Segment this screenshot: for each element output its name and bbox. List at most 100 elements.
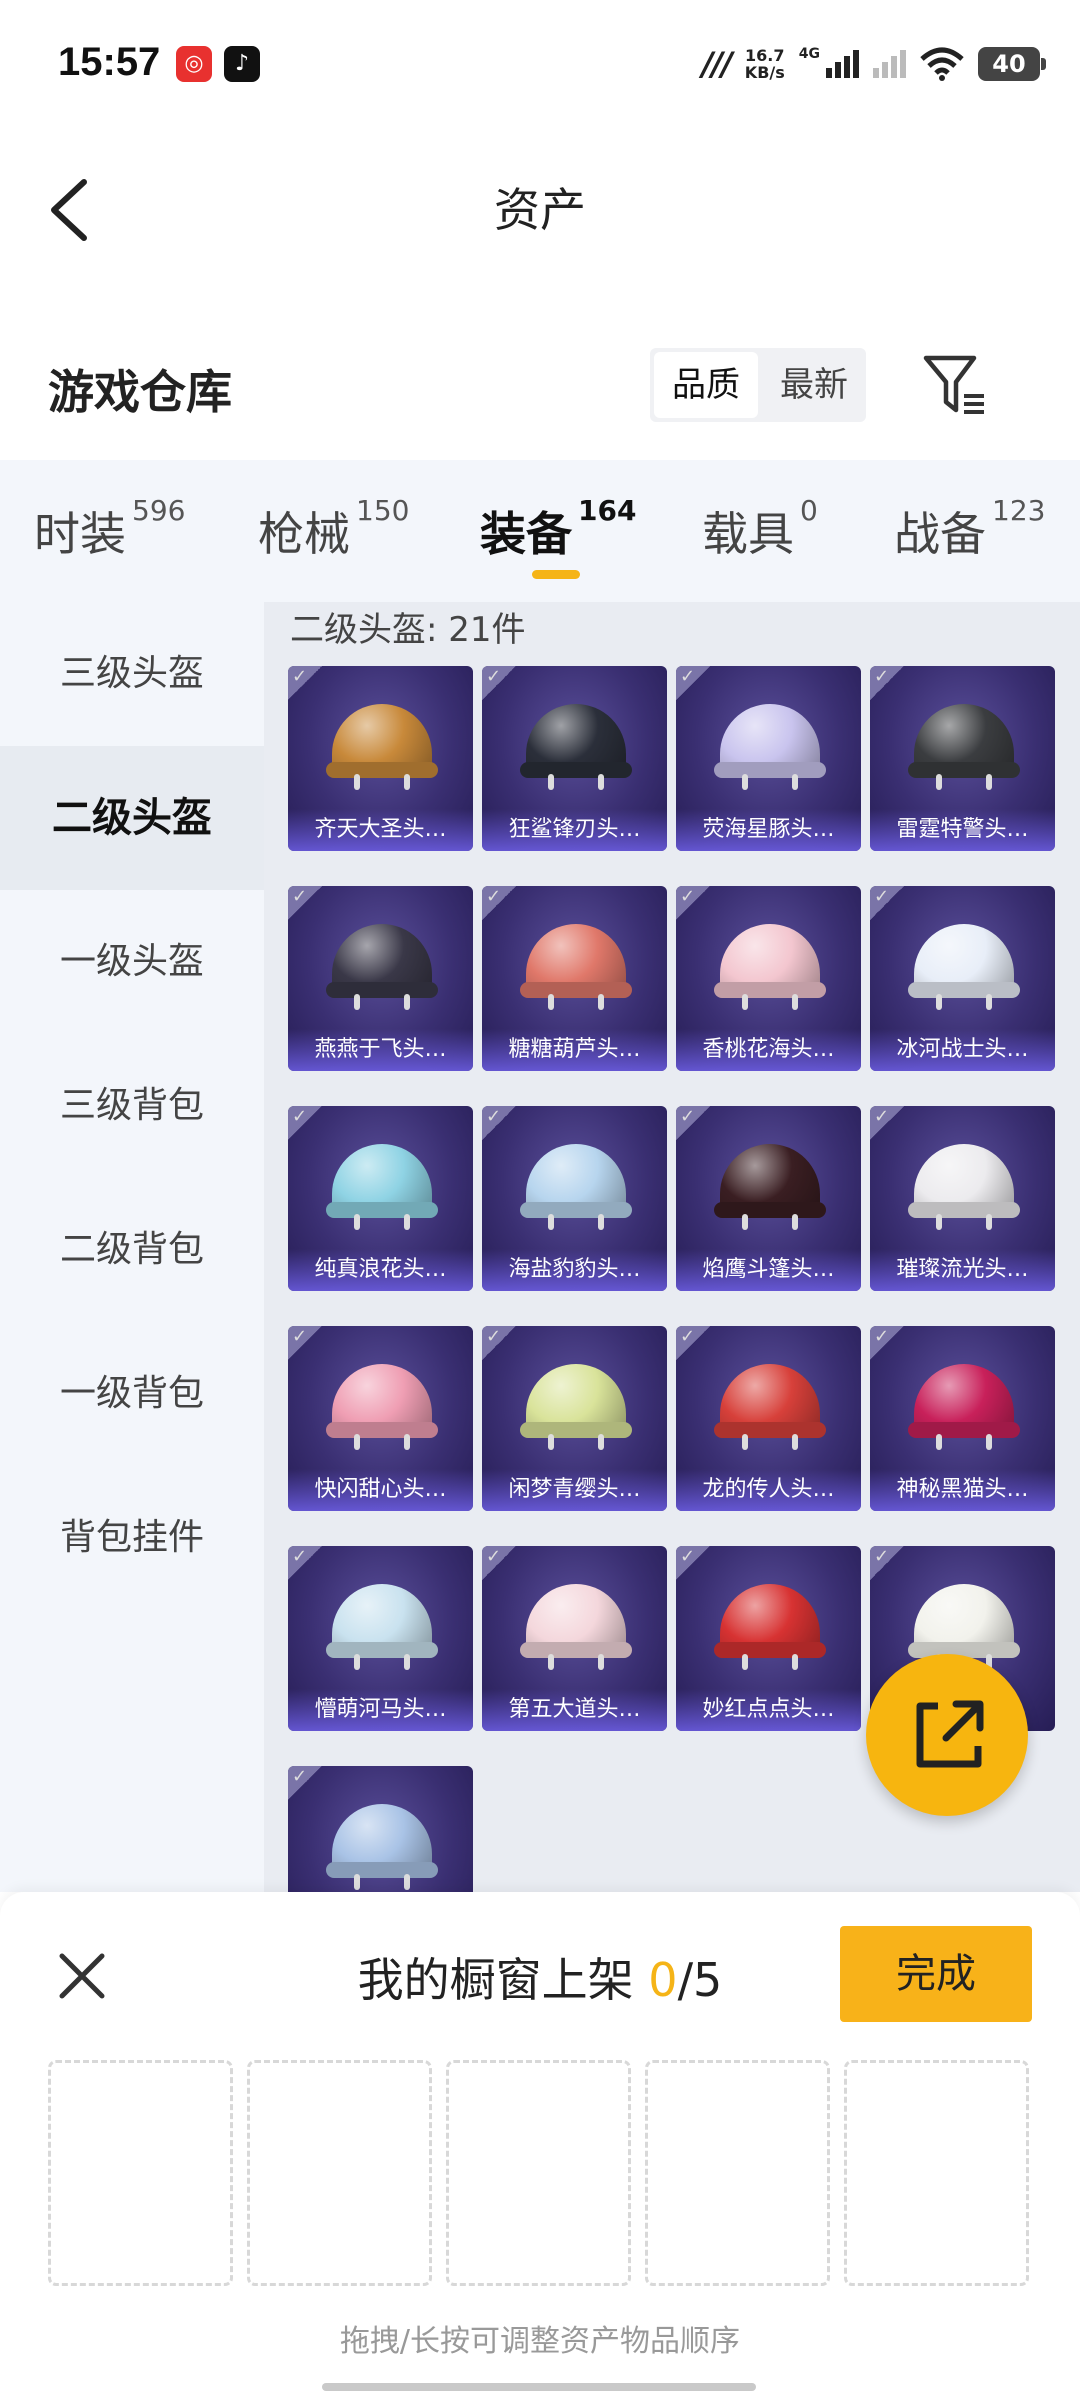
item-name: 璀璨流光头… — [870, 1249, 1055, 1291]
tab-combat-gear[interactable]: 战备 123 — [894, 494, 1045, 564]
item-card[interactable]: ✓ 焰鹰斗篷头… — [676, 1106, 861, 1291]
item-card[interactable]: ✓ 纯真浪花头… — [288, 1106, 473, 1291]
sort-latest-button[interactable]: 最新 — [762, 348, 866, 422]
showcase-slot[interactable] — [645, 2060, 830, 2286]
item-name: 冰河战士头… — [870, 1029, 1055, 1071]
helmet-icon — [520, 704, 632, 790]
item-card[interactable]: ✓ 璀璨流光头… — [870, 1106, 1055, 1291]
showcase-sheet: 我的橱窗上架 0/5 完成 拖拽/长按可调整资产物品顺序 — [0, 1892, 1080, 2400]
status-bar: 15:57 ◎ ♪ /// 16.7 KB/s 4G 40 — [0, 0, 1080, 130]
item-card[interactable]: ✓ 妙红点点头… — [676, 1546, 861, 1731]
helmet-icon — [908, 1364, 1020, 1450]
helmet-icon — [908, 924, 1020, 1010]
item-card[interactable]: ✓ 龙的传人头… — [676, 1326, 861, 1511]
check-icon: ✓ — [486, 1106, 502, 1127]
item-name: 快闪甜心头… — [288, 1469, 473, 1511]
item-name: 糖糖葫芦头… — [482, 1029, 667, 1071]
item-card[interactable]: ✓ 闲梦青缨头… — [482, 1326, 667, 1511]
item-name: 闲梦青缨头… — [482, 1469, 667, 1511]
check-icon: ✓ — [874, 1106, 890, 1127]
home-indicator[interactable] — [322, 2383, 756, 2391]
side-item-lv3-helmet[interactable]: 三级头盔 — [0, 602, 264, 746]
filter-icon[interactable] — [920, 350, 990, 420]
item-card[interactable]: ✓ 荧海星豚头… — [676, 666, 861, 851]
helmet-icon — [908, 1144, 1020, 1230]
check-icon: ✓ — [486, 1326, 502, 1347]
check-icon: ✓ — [486, 666, 502, 687]
sheet-hint: 拖拽/长按可调整资产物品顺序 — [339, 2324, 741, 2359]
item-card[interactable]: ✓ 快闪甜心头… — [288, 1326, 473, 1511]
sort-quality-button[interactable]: 品质 — [654, 352, 758, 418]
network-type: 4G — [798, 46, 820, 62]
done-button[interactable]: 完成 — [840, 1926, 1032, 2022]
item-name: 齐天大圣头… — [288, 809, 473, 851]
app-header: 资产 — [0, 140, 1080, 270]
share-button[interactable] — [866, 1654, 1028, 1816]
helmet-icon — [908, 704, 1020, 790]
helmet-icon — [520, 1144, 632, 1230]
showcase-slot[interactable] — [446, 2060, 631, 2286]
item-card[interactable]: ✓ 糖糖葫芦头… — [482, 886, 667, 1071]
showcase-slot[interactable] — [48, 2060, 233, 2286]
status-icons: /// 16.7 KB/s 4G 40 — [701, 44, 1046, 84]
side-item-lv2-backpack[interactable]: 二级背包 — [0, 1178, 264, 1322]
tab-indicator — [532, 570, 580, 579]
item-name: 雷霆特警头… — [870, 809, 1055, 851]
item-card[interactable]: ✓ 齐天大圣头… — [288, 666, 473, 851]
item-name: 荧海星豚头… — [676, 809, 861, 851]
showcase-count: 0 — [648, 1953, 678, 2007]
item-card[interactable]: ✓ 狂鲨锋刃头… — [482, 666, 667, 851]
tab-fashion[interactable]: 时装 596 — [34, 494, 185, 564]
item-name: 懵萌河马头… — [288, 1689, 473, 1731]
item-name: 第五大道头… — [482, 1689, 667, 1731]
helmet-icon — [326, 1364, 438, 1450]
check-icon: ✓ — [680, 666, 696, 687]
share-icon — [916, 1700, 984, 1768]
check-icon: ✓ — [292, 666, 308, 687]
check-icon: ✓ — [292, 886, 308, 907]
check-icon: ✓ — [874, 886, 890, 907]
item-card[interactable]: ✓ — [288, 1766, 473, 1892]
item-card[interactable]: ✓ 冰河战士头… — [870, 886, 1055, 1071]
showcase-slot[interactable] — [247, 2060, 432, 2286]
item-name: 燕燕于飞头… — [288, 1029, 473, 1071]
side-item-backpack-charm[interactable]: 背包挂件 — [0, 1466, 264, 1610]
check-icon: ✓ — [874, 1546, 890, 1567]
page-title: 资产 — [494, 183, 586, 237]
item-name: 狂鲨锋刃头… — [482, 809, 667, 851]
tab-guns[interactable]: 枪械 150 — [258, 494, 409, 564]
helmet-icon — [714, 1584, 826, 1670]
item-card[interactable]: ✓ 懵萌河马头… — [288, 1546, 473, 1731]
side-item-lv3-backpack[interactable]: 三级背包 — [0, 1034, 264, 1178]
tab-equipment[interactable]: 装备 164 — [480, 494, 636, 564]
check-icon: ✓ — [680, 1106, 696, 1127]
item-card[interactable]: ✓ 燕燕于飞头… — [288, 886, 473, 1071]
helmet-icon — [714, 1144, 826, 1230]
item-name: 神秘黑猫头… — [870, 1469, 1055, 1511]
item-name: 龙的传人头… — [676, 1469, 861, 1511]
mi-icon: /// — [701, 45, 733, 83]
side-item-lv1-helmet[interactable]: 一级头盔 — [0, 890, 264, 1034]
check-icon: ✓ — [680, 1546, 696, 1567]
helmet-icon — [326, 704, 438, 790]
item-name: 香桃花海头… — [676, 1029, 861, 1071]
warehouse-title: 游戏仓库 — [48, 365, 232, 419]
check-icon: ✓ — [292, 1106, 308, 1127]
helmet-icon — [520, 924, 632, 1010]
side-item-lv1-backpack[interactable]: 一级背包 — [0, 1322, 264, 1466]
helmet-icon — [326, 1804, 438, 1890]
helmet-icon — [326, 924, 438, 1010]
side-item-lv2-helmet[interactable]: 二级头盔 — [0, 746, 264, 890]
item-card[interactable]: ✓ 香桃花海头… — [676, 886, 861, 1071]
tab-vehicles[interactable]: 载具 0 — [702, 494, 818, 564]
sort-toggle: 品质 最新 — [650, 348, 866, 422]
item-card[interactable]: ✓ 第五大道头… — [482, 1546, 667, 1731]
showcase-slot[interactable] — [844, 2060, 1029, 2286]
item-card[interactable]: ✓ 神秘黑猫头… — [870, 1326, 1055, 1511]
signal-icon-secondary — [873, 50, 906, 78]
check-icon: ✓ — [486, 1546, 502, 1567]
helmet-icon — [908, 1584, 1020, 1670]
item-card[interactable]: ✓ 雷霆特警头… — [870, 666, 1055, 851]
item-card[interactable]: ✓ 海盐豹豹头… — [482, 1106, 667, 1291]
helmet-icon — [326, 1144, 438, 1230]
